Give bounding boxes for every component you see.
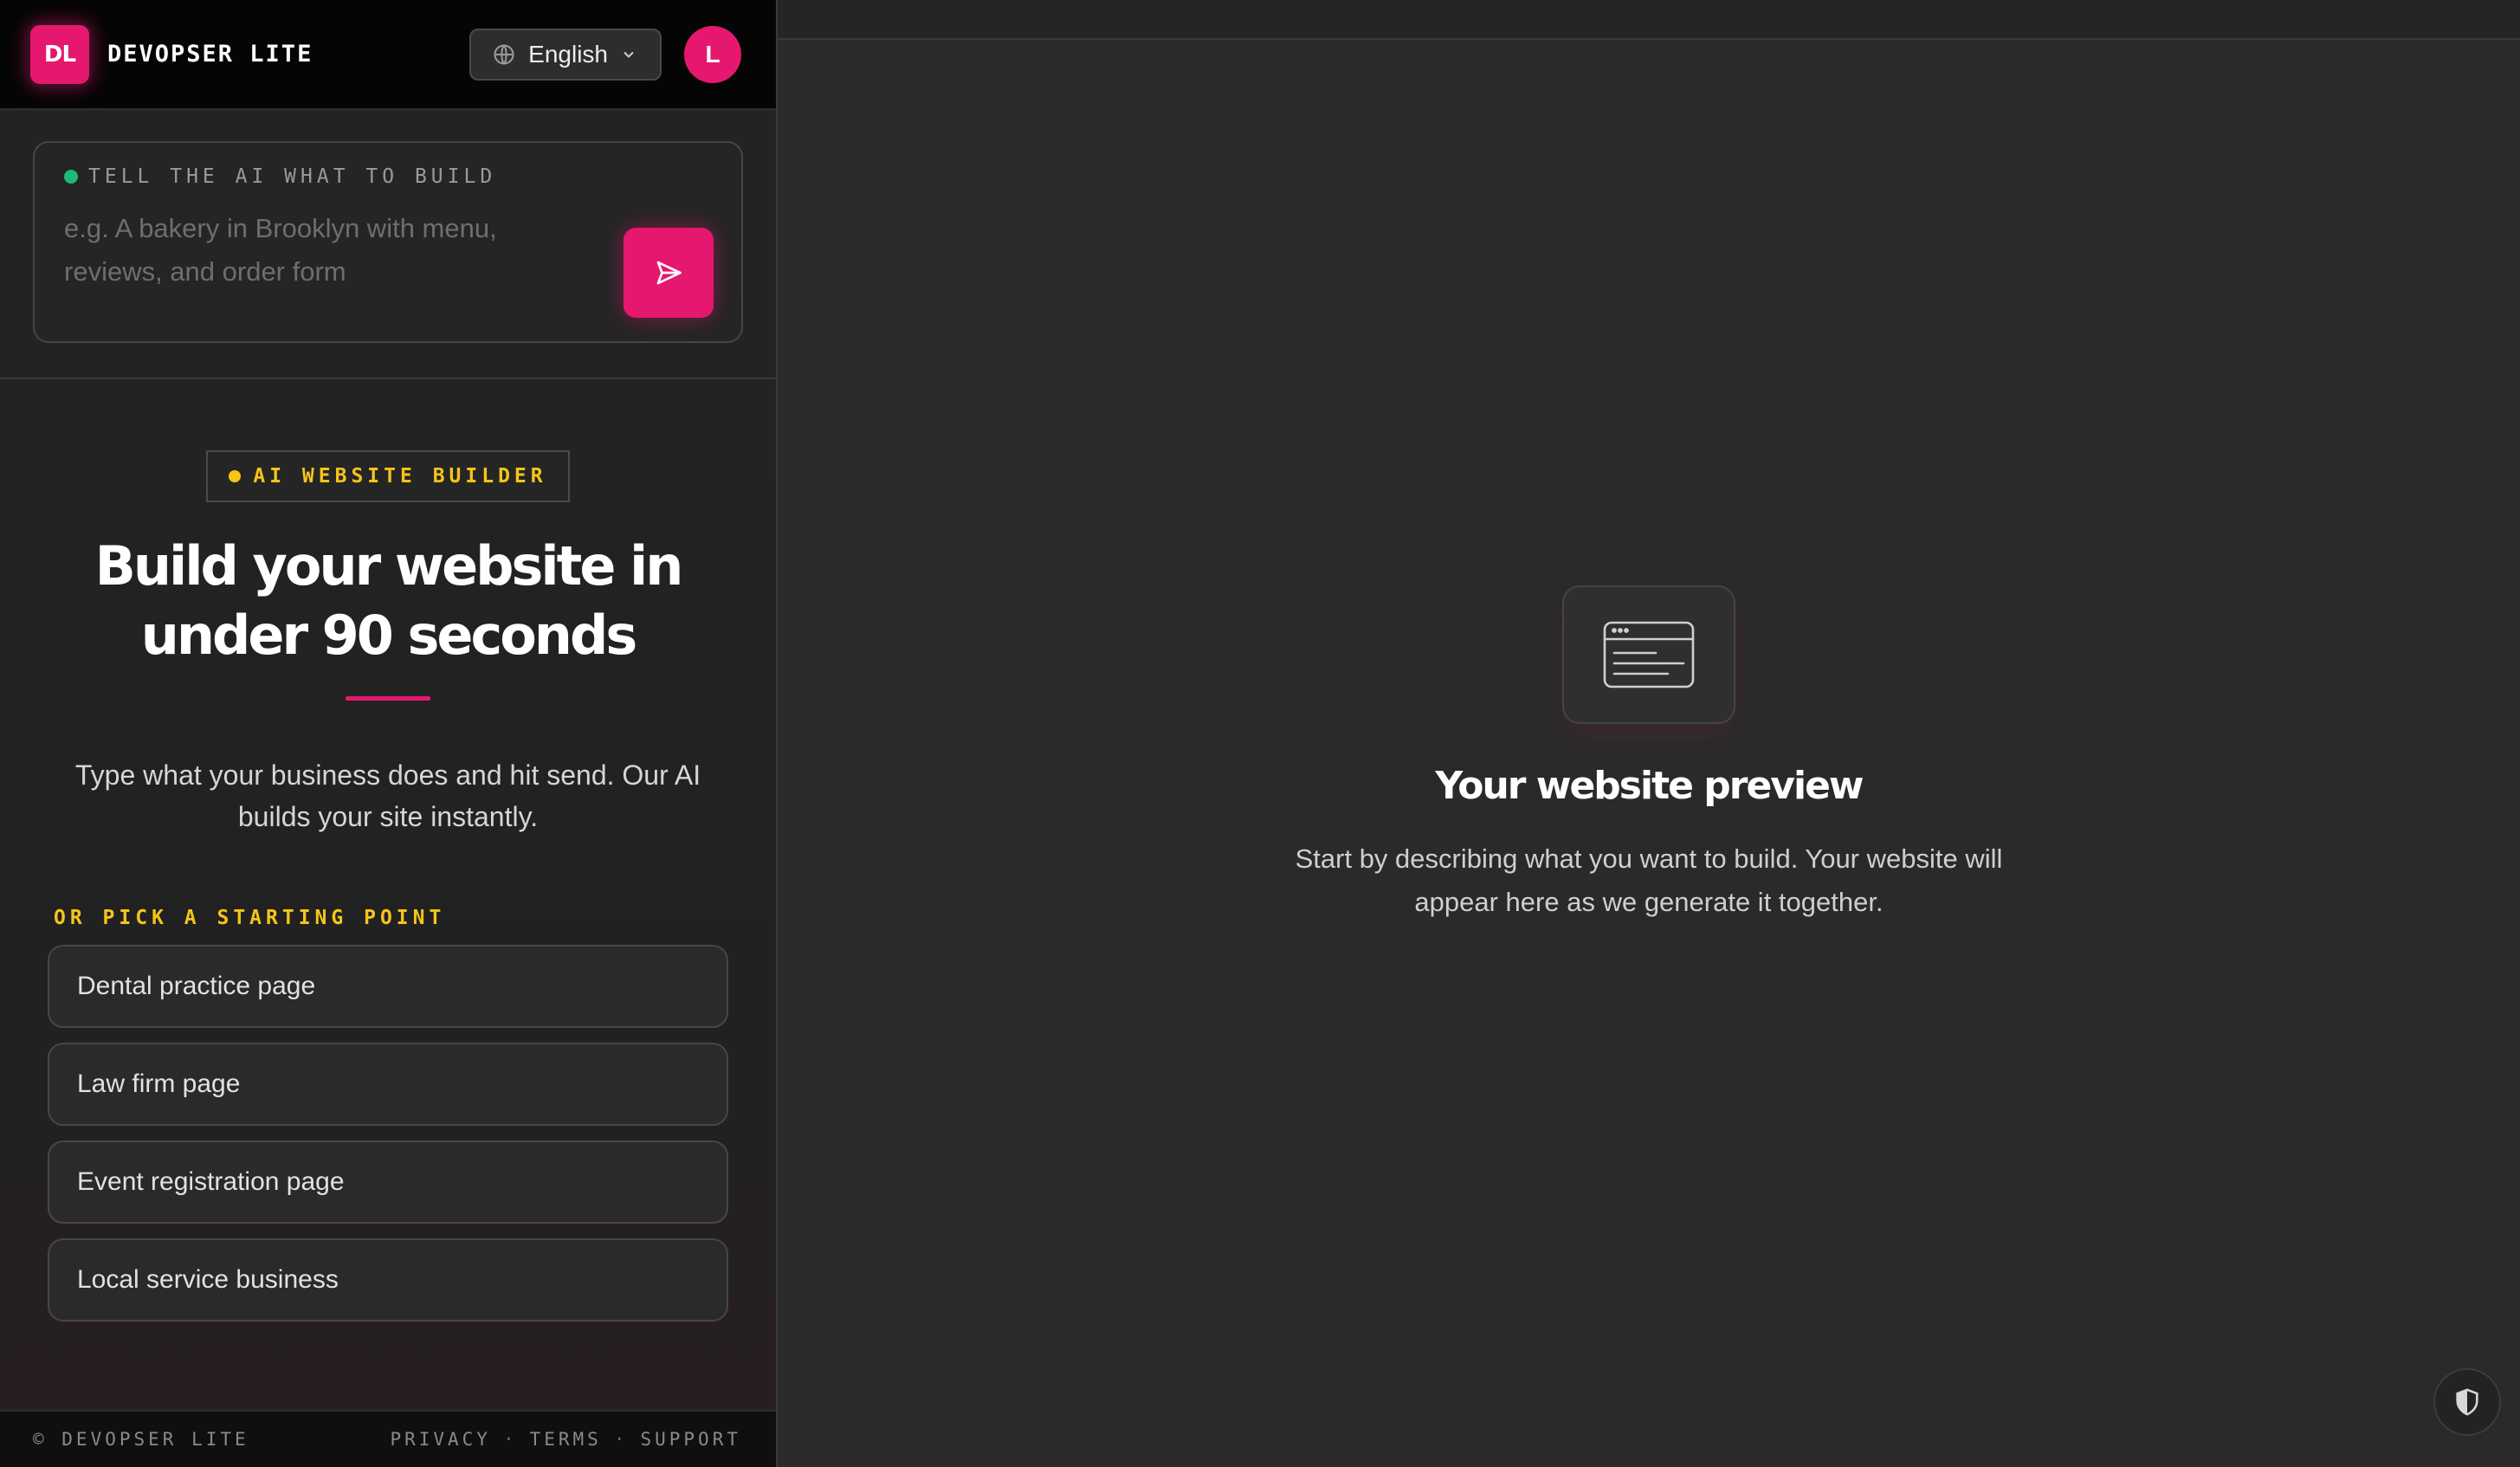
badge-text: AI WEBSITE BUILDER: [253, 465, 547, 488]
language-label: English: [528, 40, 608, 68]
footer-copyright: © DEVOPSER LITE: [33, 1429, 249, 1450]
footer-links: PRIVACY · TERMS · SUPPORT: [390, 1429, 741, 1450]
ai-builder-badge: AI WEBSITE BUILDER: [206, 450, 570, 502]
footer-link-privacy[interactable]: PRIVACY: [390, 1429, 491, 1450]
starting-point-local-service[interactable]: Local service business: [48, 1238, 728, 1322]
preview-panel: Your website preview Start by describing…: [778, 0, 2520, 1467]
hero-headline: Build your website in under 90 seconds: [94, 534, 684, 667]
shield-icon: [2456, 1388, 2478, 1416]
footer-link-terms[interactable]: TERMS: [530, 1429, 602, 1450]
prompt-input[interactable]: [64, 207, 584, 302]
top-bar: DL DEVOPSER LITE English L: [0, 0, 776, 110]
app-root: DL DEVOPSER LITE English L TELL THE AI W…: [0, 0, 2520, 1467]
prompt-label: TELL THE AI WHAT TO BUILD: [64, 165, 712, 188]
hero-subtext: Type what your business does and hit sen…: [74, 759, 701, 832]
starting-point-law-firm[interactable]: Law firm page: [48, 1043, 728, 1126]
footer: © DEVOPSER LITE PRIVACY · TERMS · SUPPOR…: [0, 1410, 776, 1467]
send-icon: [656, 261, 682, 285]
send-button[interactable]: [624, 228, 714, 318]
preview-icon-box: [1562, 585, 1735, 724]
starting-point-label: OR PICK A STARTING POINT: [54, 907, 446, 929]
avatar-initial: L: [705, 40, 720, 68]
footer-link-support[interactable]: SUPPORT: [640, 1429, 741, 1450]
preview-title: Your website preview: [1435, 764, 1864, 808]
starting-point-dental[interactable]: Dental practice page: [48, 945, 728, 1028]
headline-underline: [346, 696, 430, 701]
prompt-box: TELL THE AI WHAT TO BUILD: [33, 141, 743, 343]
preview-subtitle: Start by describing what you want to bui…: [1295, 843, 2003, 917]
brand-name: DEVOPSER LITE: [107, 41, 313, 68]
preview-empty-state: Your website preview Start by describing…: [778, 585, 2520, 924]
prompt-section: TELL THE AI WHAT TO BUILD: [0, 110, 776, 379]
starting-point-list: Dental practice page Law firm page Event…: [48, 945, 728, 1322]
hero-section: AI WEBSITE BUILDER Build your website in…: [0, 379, 776, 1410]
starting-point-event-registration[interactable]: Event registration page: [48, 1141, 728, 1224]
preview-toolbar: [778, 0, 2520, 40]
privacy-shield-button[interactable]: [2433, 1368, 2501, 1436]
logo-badge[interactable]: DL: [28, 22, 92, 87]
user-avatar[interactable]: L: [684, 25, 741, 83]
logo-initials: DL: [43, 41, 76, 68]
language-selector[interactable]: English: [469, 28, 662, 81]
builder-panel: DL DEVOPSER LITE English L TELL THE AI W…: [0, 0, 778, 1467]
chevron-down-icon: [624, 51, 634, 58]
footer-separator: ·: [613, 1429, 629, 1450]
prompt-label-text: TELL THE AI WHAT TO BUILD: [88, 165, 497, 188]
browser-window-icon: [1603, 621, 1695, 688]
footer-separator: ·: [502, 1429, 518, 1450]
badge-dot: [229, 470, 242, 482]
status-dot: [64, 170, 78, 184]
globe-icon: [494, 43, 514, 65]
